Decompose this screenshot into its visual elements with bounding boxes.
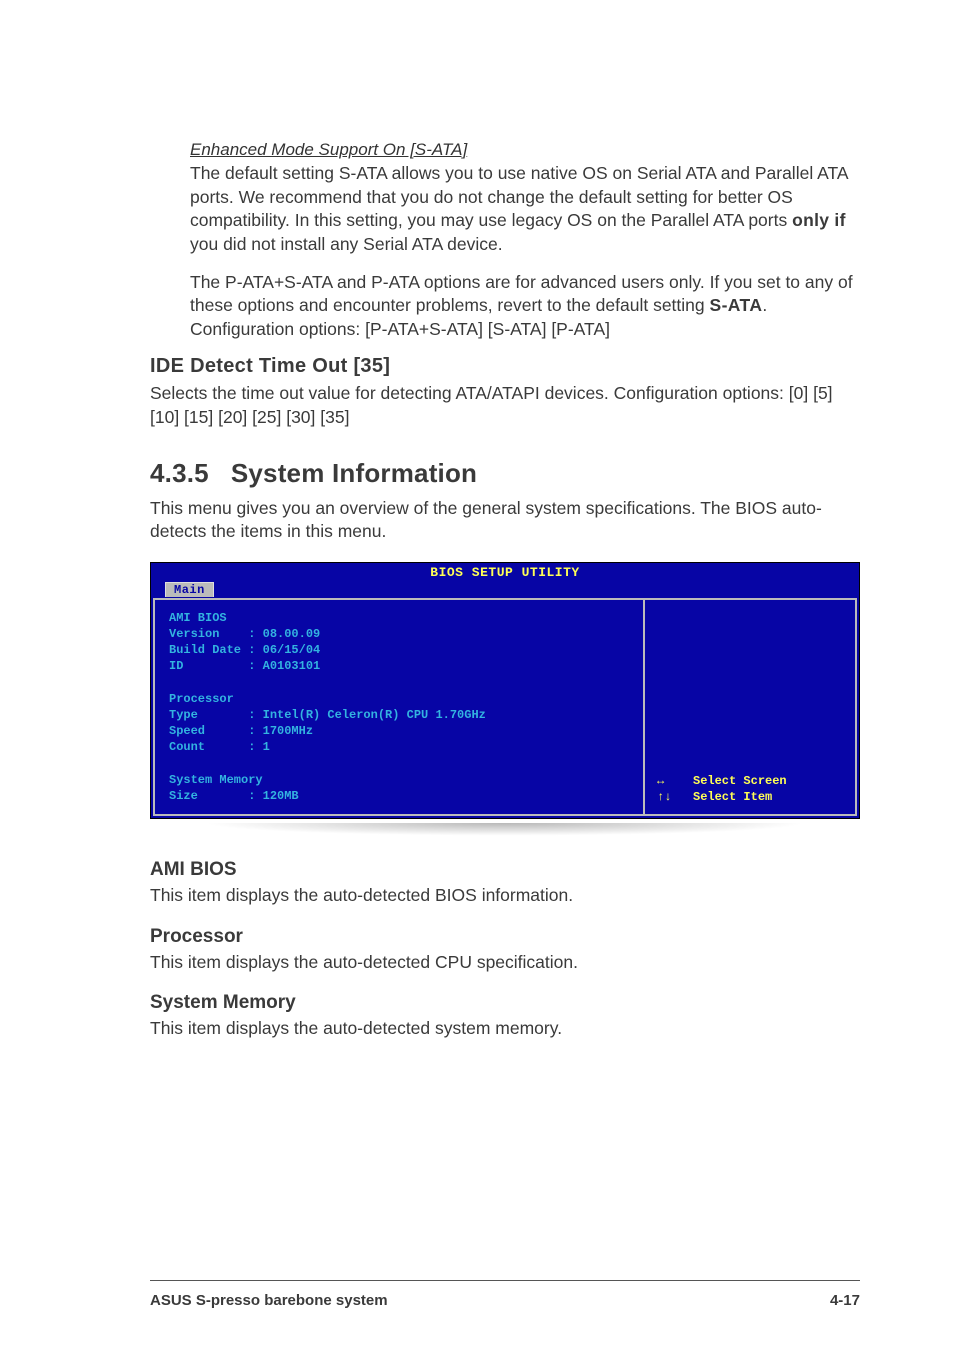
bios-info-panel: AMI BIOS Version : 08.00.09 Build Date :… xyxy=(155,600,645,814)
footer-rule xyxy=(150,1280,860,1281)
processor-body: This item displays the auto-detected CPU… xyxy=(150,951,864,975)
ami-bios-heading: AMI BIOS xyxy=(150,859,864,881)
processor-heading: Processor xyxy=(150,926,864,948)
ide-detect-heading: IDE Detect Time Out [35] xyxy=(150,355,864,378)
enhanced-mode-p1: The default setting S-ATA allows you to … xyxy=(190,162,864,257)
page-footer: ASUS S-presso barebone system 4-17 xyxy=(150,1292,860,1309)
sata-bold: S-ATA xyxy=(710,295,763,315)
enhanced-mode-title: Enhanced Mode Support On [S-ATA] xyxy=(190,140,864,160)
bios-title-bar: BIOS SETUP UTILITY xyxy=(151,563,859,580)
bios-setup-window: BIOS SETUP UTILITY Main AMI BIOS Version… xyxy=(150,562,860,819)
footer-page-number: 4-17 xyxy=(830,1292,860,1309)
section-number: 4.3.5 xyxy=(150,458,209,488)
bios-tab-bar: Main xyxy=(151,580,859,598)
system-memory-body: This item displays the auto-detected sys… xyxy=(150,1017,864,1041)
system-memory-heading: System Memory xyxy=(150,992,864,1014)
bios-hints-panel: ↔ Select Screen ↑↓ Select Item xyxy=(645,600,855,814)
text: you did not install any Serial ATA devic… xyxy=(190,234,503,254)
bios-tab-main[interactable]: Main xyxy=(165,582,214,597)
section-heading: 4.3.5 System Information xyxy=(150,458,864,489)
text: The default setting S-ATA allows you to … xyxy=(190,163,848,230)
ide-detect-body: Selects the time out value for detecting… xyxy=(150,382,864,429)
section-intro: This menu gives you an overview of the g… xyxy=(150,497,864,544)
ami-bios-body: This item displays the auto-detected BIO… xyxy=(150,884,864,908)
only-if-bold: only if xyxy=(792,210,846,230)
footer-left: ASUS S-presso barebone system xyxy=(150,1292,388,1309)
decorative-shadow xyxy=(150,823,860,841)
enhanced-mode-p2: The P-ATA+S-ATA and P-ATA options are fo… xyxy=(190,271,864,342)
bios-nav-hints: ↔ Select Screen ↑↓ Select Item xyxy=(657,773,787,807)
section-title: System Information xyxy=(231,458,477,488)
